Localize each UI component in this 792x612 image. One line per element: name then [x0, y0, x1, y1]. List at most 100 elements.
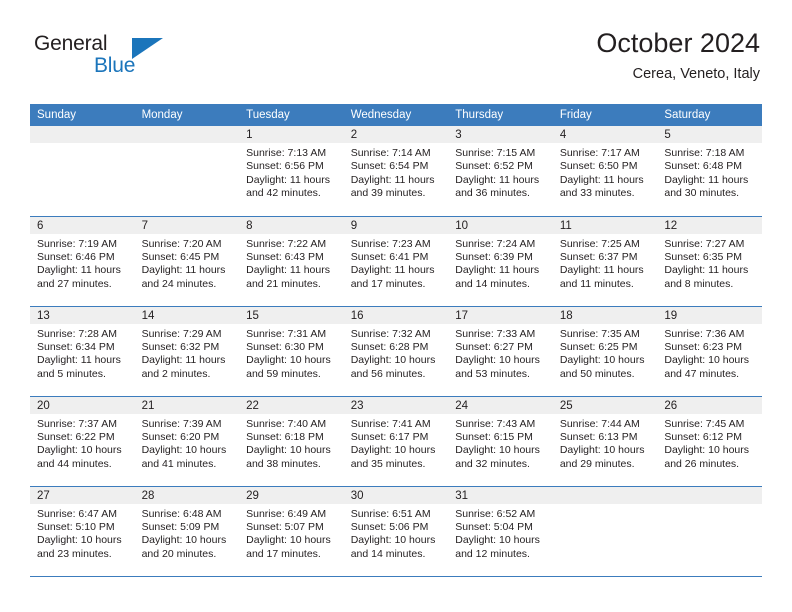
daylight-text: Daylight: 10 hours and 50 minutes. [559, 354, 645, 380]
calendar-day-cell[interactable]: 17 Sunrise: 7:33 AM Sunset: 6:27 PM Dayligh… [448, 306, 553, 397]
calendar-day-cell[interactable]: 28 Sunrise: 6:48 AM Sunset: 5:09 PM Dayligh… [134, 486, 240, 577]
calendar-day-cell[interactable]: 20 Sunrise: 7:37 AM Sunset: 6:22 PM Dayligh… [30, 396, 135, 487]
sunset-text: Sunset: 6:12 PM [664, 430, 743, 443]
sunset-text: Sunset: 6:27 PM [455, 340, 533, 353]
calendar-day-cell[interactable]: 2 Sunrise: 7:14 AM Sunset: 6:54 PM Daylight… [343, 126, 449, 217]
sunset-text: Sunset: 6:50 PM [559, 160, 638, 173]
day-number: 29 [239, 486, 344, 504]
calendar-day-cell[interactable]: 19 Sunrise: 7:36 AM Sunset: 6:23 PM Dayligh… [657, 306, 762, 397]
day-number: 31 [448, 486, 553, 504]
weekday-header-sunday: Sunday [30, 104, 135, 126]
sunset-text: Sunset: 6:46 PM [37, 250, 115, 263]
calendar-day-cell[interactable]: 30 Sunrise: 6:51 AM Sunset: 5:06 PM Dayligh… [343, 486, 449, 577]
sunrise-text: Sunrise: 7:22 AM [246, 237, 327, 250]
general-blue-logo[interactable]: General Blue [34, 32, 214, 88]
daylight-text: Daylight: 11 hours and 2 minutes. [141, 354, 226, 380]
daylight-text: Daylight: 10 hours and 23 minutes. [37, 534, 122, 560]
day-number: 27 [30, 486, 135, 504]
day-number: 13 [30, 306, 135, 324]
sunset-text: Sunset: 6:25 PM [559, 340, 638, 353]
day-details: Sunrise: 7:17 AM Sunset: 6:50 PM Daylight:… [553, 143, 658, 201]
day-number: 24 [448, 396, 553, 414]
day-details: Sunrise: 7:24 AM Sunset: 6:39 PM Daylight:… [448, 234, 553, 292]
day-details: Sunrise: 6:49 AM Sunset: 5:07 PM Daylight:… [239, 504, 344, 562]
calendar-day-cell[interactable]: 18 Sunrise: 7:35 AM Sunset: 6:25 PM Dayligh… [552, 306, 658, 397]
sunrise-text: Sunrise: 7:29 AM [141, 327, 222, 340]
calendar-day-cell-empty [657, 486, 762, 577]
daylight-text: Daylight: 11 hours and 11 minutes. [559, 264, 644, 290]
daylight-text: Daylight: 10 hours and 14 minutes. [350, 534, 436, 560]
day-number: 9 [343, 216, 449, 234]
calendar-day-cell[interactable]: 31 Sunrise: 6:52 AM Sunset: 5:04 PM Dayligh… [448, 486, 553, 577]
calendar-day-cell[interactable]: 13 Sunrise: 7:28 AM Sunset: 6:34 PM Dayligh… [30, 306, 135, 397]
calendar-day-cell[interactable]: 21 Sunrise: 7:39 AM Sunset: 6:20 PM Dayligh… [134, 396, 240, 487]
calendar-day-cell[interactable]: 11 Sunrise: 7:25 AM Sunset: 6:37 PM Dayligh… [552, 216, 658, 307]
calendar-day-cell[interactable]: 15 Sunrise: 7:31 AM Sunset: 6:30 PM Dayligh… [239, 306, 344, 397]
day-details: Sunrise: 7:23 AM Sunset: 6:41 PM Daylight:… [344, 234, 449, 292]
calendar-day-cell[interactable]: 6 Sunrise: 7:19 AM Sunset: 6:46 PM Daylight… [30, 216, 135, 307]
sunset-text: Sunset: 6:32 PM [141, 340, 220, 353]
day-number [30, 126, 135, 143]
sunset-text: Sunset: 5:04 PM [455, 520, 533, 533]
calendar-day-cell[interactable]: 14 Sunrise: 7:29 AM Sunset: 6:32 PM Dayligh… [134, 306, 240, 397]
day-number: 19 [657, 306, 762, 324]
day-number: 2 [343, 126, 449, 143]
calendar-day-cell[interactable]: 22 Sunrise: 7:40 AM Sunset: 6:18 PM Dayligh… [239, 396, 344, 487]
calendar-day-cell[interactable]: 3 Sunrise: 7:15 AM Sunset: 6:52 PM Daylight… [448, 126, 553, 217]
day-number: 8 [239, 216, 344, 234]
calendar-day-cell[interactable]: 8 Sunrise: 7:22 AM Sunset: 6:43 PM Daylight… [239, 216, 344, 307]
daylight-text: Daylight: 10 hours and 32 minutes. [455, 444, 540, 470]
calendar-day-cell[interactable]: 24 Sunrise: 7:43 AM Sunset: 6:15 PM Dayligh… [448, 396, 553, 487]
calendar-day-cell[interactable]: 4 Sunrise: 7:17 AM Sunset: 6:50 PM Daylight… [552, 126, 658, 217]
brand-name-general: General [34, 32, 108, 55]
sunset-text: Sunset: 6:35 PM [664, 250, 743, 263]
calendar-day-cell[interactable]: 10 Sunrise: 7:24 AM Sunset: 6:39 PM Dayligh… [448, 216, 553, 307]
daylight-text: Daylight: 11 hours and 33 minutes. [559, 173, 644, 200]
calendar-day-cell[interactable]: 5 Sunrise: 7:18 AM Sunset: 6:48 PM Daylight… [657, 126, 762, 217]
daylight-text: Daylight: 10 hours and 56 minutes. [350, 354, 436, 380]
day-details: Sunrise: 7:45 AM Sunset: 6:12 PM Daylight:… [657, 414, 762, 472]
calendar-day-cell[interactable]: 26 Sunrise: 7:45 AM Sunset: 6:12 PM Dayligh… [657, 396, 762, 487]
sunset-text: Sunset: 6:37 PM [559, 250, 638, 263]
daylight-text: Daylight: 10 hours and 53 minutes. [455, 354, 540, 380]
sunset-text: Sunset: 6:17 PM [350, 430, 429, 443]
daylight-text: Daylight: 10 hours and 38 minutes. [246, 444, 331, 470]
day-number: 15 [239, 306, 344, 324]
day-details: Sunrise: 7:40 AM Sunset: 6:18 PM Daylight:… [239, 414, 344, 472]
sunrise-text: Sunrise: 7:32 AM [350, 327, 431, 340]
day-details: Sunrise: 7:18 AM Sunset: 6:48 PM Daylight:… [657, 143, 762, 201]
calendar-header-row: Sunday Monday Tuesday Wednesday Thursday… [30, 104, 762, 126]
calendar-day-cell[interactable]: 27 Sunrise: 6:47 AM Sunset: 5:10 PM Dayligh… [30, 486, 135, 577]
calendar-day-cell[interactable]: 29 Sunrise: 6:49 AM Sunset: 5:07 PM Dayligh… [239, 486, 344, 577]
sunrise-text: Sunrise: 6:52 AM [455, 507, 536, 520]
sunrise-text: Sunrise: 7:18 AM [664, 147, 745, 159]
daylight-text: Daylight: 10 hours and 17 minutes. [246, 534, 331, 560]
calendar-day-cell[interactable]: 16 Sunrise: 7:32 AM Sunset: 6:28 PM Dayligh… [343, 306, 449, 397]
calendar-day-cell[interactable]: 1 Sunrise: 7:13 AM Sunset: 6:56 PM Daylight… [239, 126, 344, 217]
sunset-text: Sunset: 5:06 PM [350, 520, 429, 533]
sunrise-text: Sunrise: 7:15 AM [455, 147, 536, 159]
calendar-day-cell[interactable]: 12 Sunrise: 7:27 AM Sunset: 6:35 PM Dayligh… [657, 216, 762, 307]
calendar-day-cell[interactable]: 23 Sunrise: 7:41 AM Sunset: 6:17 PM Dayligh… [343, 396, 449, 487]
day-number: 16 [343, 306, 449, 324]
calendar-day-cell[interactable]: 9 Sunrise: 7:23 AM Sunset: 6:41 PM Daylight… [343, 216, 449, 307]
sunset-text: Sunset: 6:41 PM [350, 250, 429, 263]
sunrise-text: Sunrise: 7:25 AM [559, 237, 640, 250]
day-details: Sunrise: 7:35 AM Sunset: 6:25 PM Daylight:… [553, 324, 658, 382]
calendar-day-cell[interactable]: 25 Sunrise: 7:44 AM Sunset: 6:13 PM Dayligh… [552, 396, 658, 487]
sunrise-text: Sunrise: 7:40 AM [246, 417, 327, 430]
sunrise-text: Sunrise: 7:39 AM [141, 417, 222, 430]
sunrise-text: Sunrise: 7:35 AM [559, 327, 640, 340]
daylight-text: Daylight: 11 hours and 27 minutes. [37, 264, 121, 290]
day-number [552, 486, 658, 504]
sunrise-text: Sunrise: 7:14 AM [350, 147, 431, 159]
day-details: Sunrise: 6:52 AM Sunset: 5:04 PM Daylight:… [448, 504, 553, 562]
weekday-header-tuesday: Tuesday [239, 104, 344, 126]
day-number: 5 [657, 126, 762, 143]
sunrise-text: Sunrise: 7:41 AM [350, 417, 431, 430]
calendar-day-cell[interactable]: 7 Sunrise: 7:20 AM Sunset: 6:45 PM Daylight… [134, 216, 240, 307]
sunrise-text: Sunrise: 7:13 AM [246, 147, 327, 159]
day-number: 4 [552, 126, 658, 143]
sunset-text: Sunset: 6:13 PM [559, 430, 638, 443]
day-details: Sunrise: 7:44 AM Sunset: 6:13 PM Daylight:… [553, 414, 658, 472]
